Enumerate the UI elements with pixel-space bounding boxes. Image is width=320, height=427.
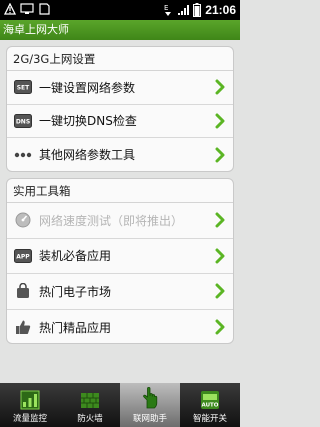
shopping-bag-icon: [13, 283, 33, 299]
featured-apps-item[interactable]: 热门精品应用: [7, 310, 233, 344]
other-network-tools-label: 其他网络参数工具: [39, 148, 136, 163]
tab-network-assistant[interactable]: 联网助手: [120, 383, 180, 427]
tab-smart-switch[interactable]: AUTO 智能开关: [180, 383, 240, 427]
chevron-right-icon: [215, 319, 225, 335]
svg-text:APP: APP: [16, 253, 30, 260]
speed-test-label: 网络速度测试（即将推出）: [39, 213, 184, 228]
chevron-right-icon: [215, 113, 225, 129]
svg-text:SET: SET: [17, 85, 30, 92]
featured-apps-label: 热门精品应用: [39, 320, 112, 335]
speed-test-item: 网络速度测试（即将推出）: [7, 203, 233, 239]
speed-gauge-icon: [13, 212, 33, 228]
chevron-right-icon: [215, 248, 225, 264]
setup-network-params-label: 一键设置网络参数: [39, 80, 136, 95]
app-title-bar: 海卓上网大师: [0, 20, 240, 40]
auto-switch-icon: AUTO: [201, 391, 219, 409]
computer-icon: [20, 3, 34, 14]
tab-traffic-monitor-label: 流量监控: [12, 414, 47, 424]
svg-text:AUTO: AUTO: [202, 403, 219, 409]
sd-card-icon: [39, 3, 50, 15]
tab-firewall-label: 防火墙: [77, 414, 103, 424]
edge-signal-icon: E: [164, 4, 172, 16]
bottom-tab-bar: 流量监控 防火墙 联网助手 AUTO 智能开关: [0, 383, 240, 427]
svg-text:DNS: DNS: [16, 118, 30, 125]
thumbs-up-icon: [13, 319, 33, 335]
popular-market-label: 热门电子市场: [39, 284, 112, 299]
more-dots-icon: [13, 147, 33, 163]
essential-apps-label: 装机必备应用: [39, 249, 112, 264]
svg-text:E: E: [164, 4, 168, 12]
firewall-icon: [81, 393, 99, 408]
tools-card: 实用工具箱 网络速度测试（即将推出） APP 装机必备应用 热门电子市场 热门精…: [6, 178, 234, 344]
chevron-right-icon: [215, 79, 225, 95]
tab-firewall[interactable]: 防火墙: [60, 383, 120, 427]
status-bar: E 21:06: [0, 0, 240, 20]
signal-strength-icon: [178, 5, 190, 15]
chevron-right-icon: [215, 212, 225, 228]
essential-apps-item[interactable]: APP 装机必备应用: [7, 239, 233, 274]
switch-dns-check-label: 一键切换DNS检查: [39, 114, 137, 129]
app-icon: APP: [13, 248, 33, 264]
other-network-tools-item[interactable]: 其他网络参数工具: [7, 138, 233, 171]
dns-icon: DNS: [13, 113, 33, 129]
clock: 21:06: [205, 3, 236, 17]
switch-dns-check-item[interactable]: DNS 一键切换DNS检查: [7, 105, 233, 138]
network-settings-title: 2G/3G上网设置: [7, 47, 233, 71]
setup-network-params-item[interactable]: SET 一键设置网络参数: [7, 71, 233, 105]
tab-smart-switch-label: 智能开关: [192, 414, 227, 424]
tab-network-assistant-label: 联网助手: [132, 414, 167, 424]
hand-pointer-icon: [143, 386, 158, 409]
network-settings-card: 2G/3G上网设置 SET 一键设置网络参数 DNS 一键切换DNS检查 其他网…: [6, 46, 234, 172]
app-title: 海卓上网大师: [3, 23, 69, 36]
traffic-monitor-icon: [20, 390, 40, 410]
set-icon: SET: [13, 79, 33, 95]
popular-market-item[interactable]: 热门电子市场: [7, 274, 233, 310]
tools-title: 实用工具箱: [7, 179, 233, 203]
battery-icon: [193, 3, 202, 17]
chevron-right-icon: [215, 147, 225, 163]
usb-warning-icon: [4, 3, 16, 15]
chevron-right-icon: [215, 283, 225, 299]
tab-traffic-monitor[interactable]: 流量监控: [0, 383, 60, 427]
